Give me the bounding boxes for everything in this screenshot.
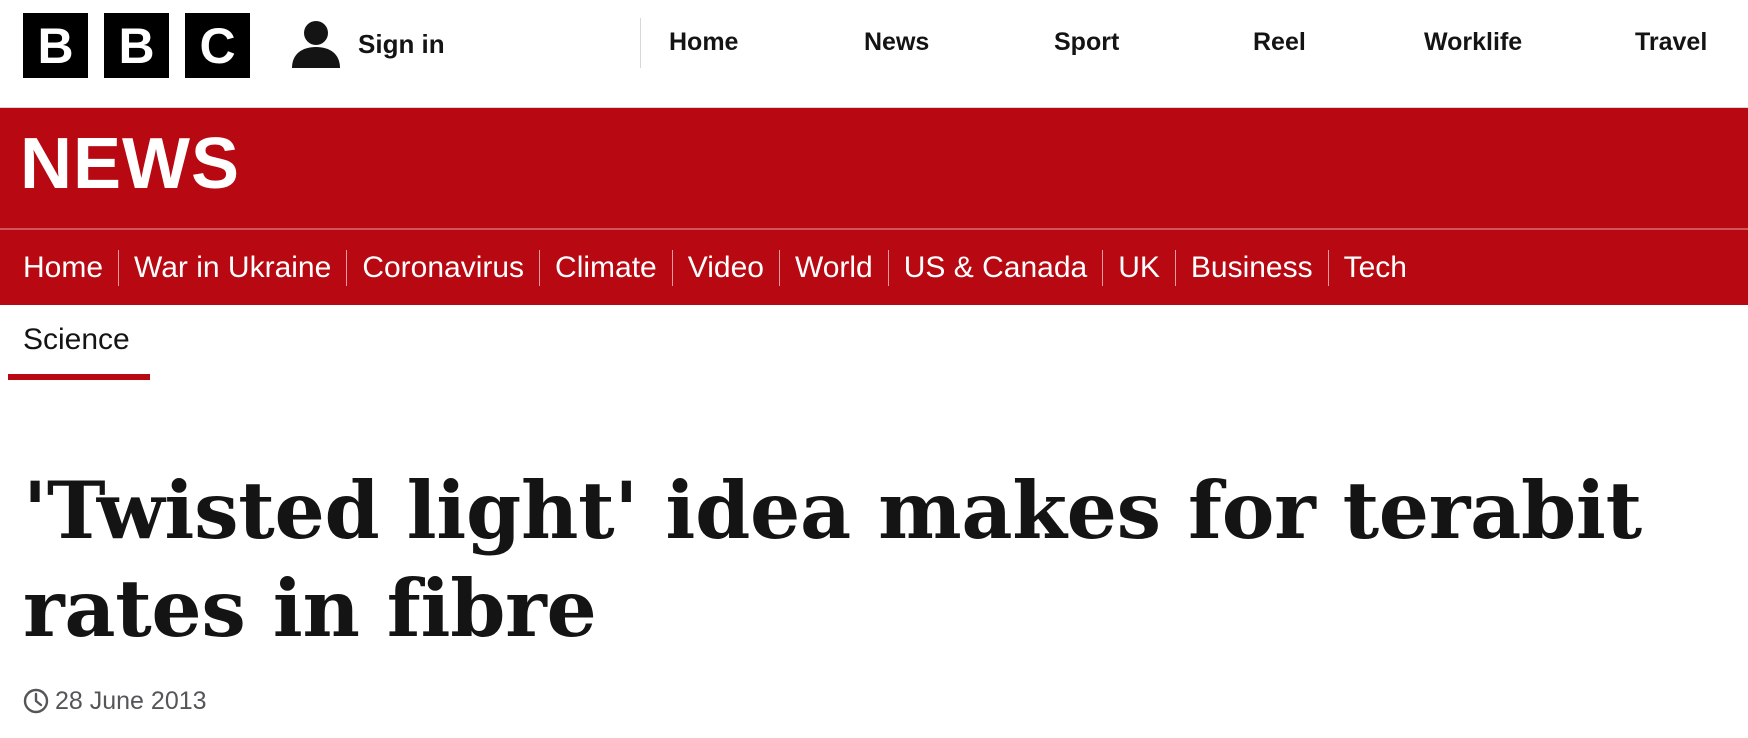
sub-nav-science[interactable]: Science [23, 323, 130, 357]
section-nav-list: Home War in Ukraine Coronavirus Climate … [23, 250, 1407, 286]
bbc-logo[interactable]: B B C [23, 13, 250, 78]
section-nav-separator [346, 250, 348, 286]
global-header: B B C Sign in Home News Sport Reel Workl… [0, 0, 1748, 108]
bbc-logo-block-b2: B [104, 13, 169, 78]
article-headline: 'Twisted light' idea makes for terabit r… [23, 464, 1642, 655]
news-wordmark[interactable]: NEWS [20, 128, 240, 200]
section-nav-separator [671, 250, 673, 286]
article-date: 28 June 2013 [55, 686, 207, 715]
section-nav-uk[interactable]: UK [1118, 250, 1160, 286]
top-nav-divider [640, 18, 641, 68]
top-nav-reel[interactable]: Reel [1253, 28, 1306, 57]
top-nav-travel[interactable]: Travel [1635, 28, 1707, 57]
section-nav-world[interactable]: World [795, 250, 873, 286]
sign-in-button[interactable]: Sign in [290, 18, 445, 70]
section-nav-tech[interactable]: Tech [1344, 250, 1407, 286]
section-nav-climate[interactable]: Climate [555, 250, 657, 286]
bbc-logo-block-b1: B [23, 13, 88, 78]
section-nav-separator [1102, 250, 1104, 286]
bbc-logo-block-c: C [185, 13, 250, 78]
sub-nav: Science [0, 305, 1748, 385]
section-nav-business[interactable]: Business [1191, 250, 1313, 286]
top-nav-sport[interactable]: Sport [1054, 28, 1119, 57]
section-nav-war-in-ukraine[interactable]: War in Ukraine [134, 250, 331, 286]
user-icon [292, 21, 340, 68]
news-banner: NEWS [0, 108, 1748, 228]
section-nav-us-canada[interactable]: US & Canada [904, 250, 1087, 286]
top-nav-worklife[interactable]: Worklife [1424, 28, 1522, 57]
section-nav-separator [539, 250, 541, 286]
article-dateline: 28 June 2013 [23, 686, 207, 716]
section-nav-video[interactable]: Video [688, 250, 764, 286]
section-nav: Home War in Ukraine Coronavirus Climate … [0, 230, 1748, 305]
section-nav-home[interactable]: Home [23, 250, 103, 286]
section-nav-separator [1327, 250, 1329, 286]
sign-in-label: Sign in [358, 28, 445, 59]
section-nav-separator [778, 250, 780, 286]
clock-icon [23, 688, 49, 714]
top-nav-home[interactable]: Home [669, 28, 738, 57]
top-nav-news[interactable]: News [864, 28, 929, 57]
section-nav-coronavirus[interactable]: Coronavirus [362, 250, 524, 286]
active-tab-indicator [8, 374, 150, 380]
section-nav-separator [887, 250, 889, 286]
section-nav-separator [118, 250, 120, 286]
section-nav-separator [1174, 250, 1176, 286]
